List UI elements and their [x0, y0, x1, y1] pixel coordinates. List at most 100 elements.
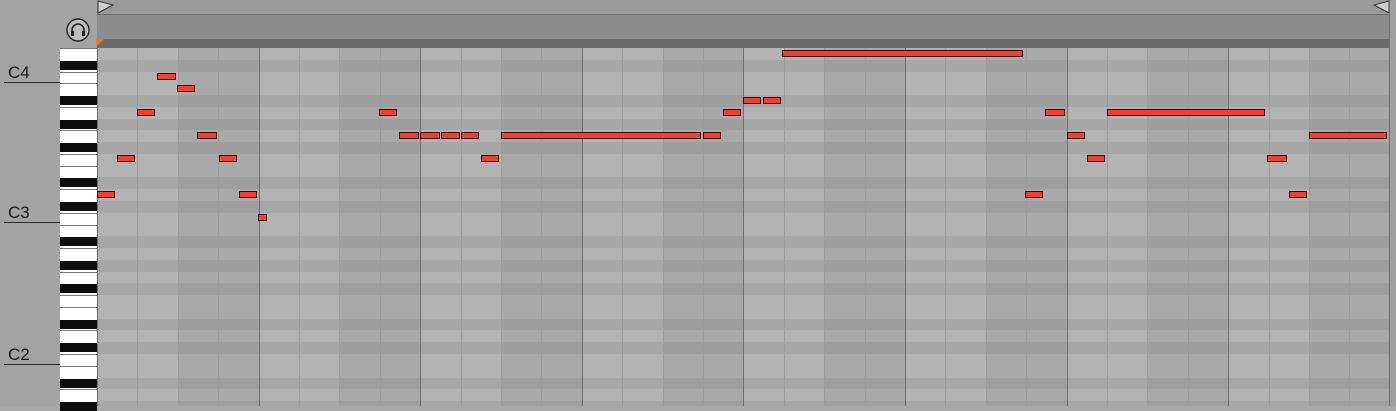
- midi-note[interactable]: [157, 73, 176, 80]
- black-key[interactable]: [60, 237, 97, 247]
- beat-line: [1107, 48, 1108, 406]
- white-key-divider: [60, 248, 97, 250]
- white-key-divider: [60, 130, 97, 132]
- black-key[interactable]: [60, 402, 97, 411]
- bar-line: [97, 48, 98, 406]
- black-key[interactable]: [60, 178, 97, 188]
- loop-bar[interactable]: [97, 15, 1396, 39]
- time-ruler[interactable]: [97, 0, 1396, 15]
- beat-line: [784, 48, 785, 406]
- loop-end-flag-icon[interactable]: [1370, 0, 1390, 14]
- grid-right-edge: [1389, 0, 1396, 406]
- white-key-divider: [60, 354, 97, 356]
- midi-note[interactable]: [501, 132, 701, 139]
- octave-label-c4: C4: [8, 63, 30, 82]
- white-key-divider: [60, 295, 97, 297]
- black-key[interactable]: [60, 119, 97, 129]
- midi-note[interactable]: [723, 109, 741, 116]
- midi-note[interactable]: [461, 132, 479, 139]
- midi-note[interactable]: [703, 132, 721, 139]
- midi-note[interactable]: [763, 97, 781, 104]
- midi-note[interactable]: [197, 132, 217, 139]
- midi-note[interactable]: [1087, 155, 1105, 162]
- piano-keyboard[interactable]: [60, 48, 97, 411]
- beat-line: [703, 48, 704, 406]
- octave-divider: [4, 222, 60, 223]
- beat-line: [945, 48, 946, 406]
- note-velocity-strip: [97, 39, 1389, 48]
- midi-note[interactable]: [420, 132, 440, 139]
- midi-note[interactable]: [743, 97, 761, 104]
- midi-note[interactable]: [1045, 109, 1065, 116]
- beat-line: [1309, 48, 1310, 406]
- midi-note[interactable]: [239, 191, 257, 198]
- beat-line: [380, 48, 381, 406]
- bar-line: [259, 48, 260, 406]
- midi-note[interactable]: [441, 132, 460, 139]
- beat-line: [824, 48, 825, 406]
- start-marker-icon[interactable]: [96, 39, 104, 47]
- midi-note[interactable]: [1267, 155, 1287, 162]
- midi-note[interactable]: [177, 85, 195, 92]
- midi-note[interactable]: [137, 109, 155, 116]
- octave-divider: [4, 82, 60, 83]
- beat-line: [299, 48, 300, 406]
- white-key-divider: [60, 153, 97, 155]
- beat-line: [622, 48, 623, 406]
- midi-note[interactable]: [1289, 191, 1307, 198]
- beat-line: [1026, 48, 1027, 406]
- black-key[interactable]: [60, 378, 97, 388]
- midi-note[interactable]: [219, 155, 237, 162]
- beat-line: [1147, 48, 1148, 406]
- midi-note[interactable]: [258, 214, 267, 221]
- white-key-divider: [60, 106, 97, 108]
- midi-note[interactable]: [117, 155, 135, 162]
- bar-line: [1067, 48, 1068, 406]
- midi-note[interactable]: [1025, 191, 1043, 198]
- white-key-divider: [60, 365, 97, 367]
- white-key-divider: [60, 48, 97, 49]
- black-key[interactable]: [60, 343, 97, 353]
- white-key-divider: [60, 212, 97, 214]
- black-key[interactable]: [60, 96, 97, 106]
- black-key[interactable]: [60, 202, 97, 211]
- white-key-divider: [60, 83, 97, 85]
- beat-line: [339, 48, 340, 406]
- headphones-icon[interactable]: [66, 18, 90, 42]
- midi-note[interactable]: [97, 191, 115, 198]
- white-key-divider: [60, 306, 97, 308]
- midi-note[interactable]: [1067, 132, 1085, 139]
- white-key-divider: [60, 330, 97, 332]
- beat-line: [137, 48, 138, 406]
- midi-note[interactable]: [481, 155, 499, 162]
- black-key[interactable]: [60, 143, 97, 153]
- midi-note[interactable]: [379, 109, 397, 116]
- octave-label-c2: C2: [8, 345, 30, 364]
- note-grid[interactable]: [97, 48, 1389, 406]
- black-key[interactable]: [60, 60, 97, 70]
- beat-line: [461, 48, 462, 406]
- bar-line: [420, 48, 421, 406]
- beat-line: [501, 48, 502, 406]
- midi-note[interactable]: [782, 50, 1023, 57]
- midi-note[interactable]: [1107, 109, 1265, 116]
- white-key-divider: [60, 271, 97, 273]
- black-key[interactable]: [60, 260, 97, 270]
- beat-line: [1188, 48, 1189, 406]
- loop-start-flag-icon[interactable]: [97, 0, 117, 14]
- beat-line: [1269, 48, 1270, 406]
- beat-line: [541, 48, 542, 406]
- midi-note[interactable]: [1309, 132, 1387, 139]
- beat-line: [218, 48, 219, 406]
- bar-line: [1228, 48, 1229, 406]
- beat-line: [986, 48, 987, 406]
- octave-label-c3: C3: [8, 203, 30, 222]
- black-key[interactable]: [60, 319, 97, 329]
- white-key-divider: [60, 165, 97, 167]
- white-key-divider: [60, 224, 97, 226]
- midi-note[interactable]: [399, 132, 419, 139]
- bar-line: [582, 48, 583, 406]
- black-key[interactable]: [60, 284, 97, 294]
- beat-line: [178, 48, 179, 406]
- octave-divider: [4, 364, 60, 365]
